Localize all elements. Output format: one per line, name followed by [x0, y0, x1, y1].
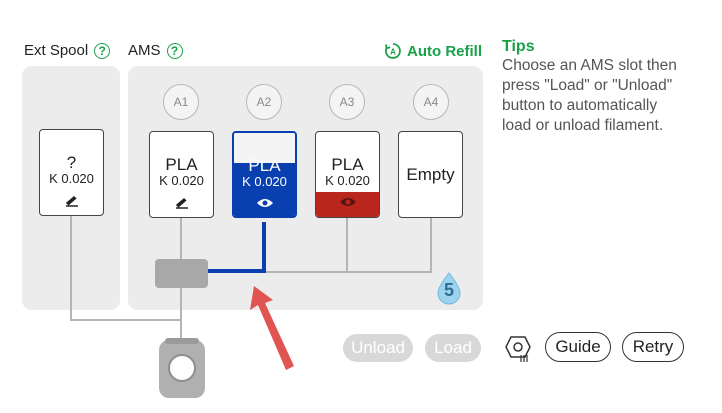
slot-a2-id: A2	[256, 95, 272, 109]
retry-button[interactable]: Retry	[622, 332, 684, 362]
settings-button[interactable]	[501, 331, 535, 365]
slot-a1-card[interactable]: PLA K 0.020	[149, 131, 214, 218]
annotation-arrow	[250, 286, 294, 370]
humidity-level: 5	[443, 280, 454, 300]
active-filament-path	[207, 222, 266, 273]
toolhead	[159, 338, 205, 398]
nozzle-gear-icon	[505, 336, 531, 362]
unload-button[interactable]: Unload	[343, 334, 413, 362]
tips-line-2: press "Load" or "Unload"	[502, 77, 673, 94]
slot-a4-id: A4	[423, 95, 439, 109]
load-button[interactable]: Load	[425, 334, 481, 362]
toolhead-fan	[168, 354, 196, 382]
slot-a3-id: A3	[339, 95, 355, 109]
tips-text: Choose an AMS slot then press "Load" or …	[502, 56, 712, 136]
tips-line-1: Choose an AMS slot then	[502, 57, 677, 74]
slot-a3-material: PLA	[331, 155, 364, 174]
ext-spool-card[interactable]: ? K 0.020	[39, 129, 104, 216]
ext-spool-edit-icon[interactable]	[63, 194, 81, 208]
slot-a3-k-value: K 0.020	[325, 173, 370, 188]
slot-a3-refresh-icon[interactable]: A3	[329, 84, 365, 120]
ext-spool-name: ?	[66, 153, 77, 172]
slot-a1-edit-icon[interactable]	[173, 196, 191, 210]
slot-a1-material: PLA	[165, 155, 198, 174]
tips-line-4: load or unload filament.	[502, 117, 664, 134]
slot-a3-card[interactable]: PLA K 0.020	[315, 131, 380, 218]
tips-section: Tips Choose an AMS slot then press "Load…	[502, 38, 712, 136]
slot-a3-eye-icon[interactable]	[339, 196, 357, 208]
slot-a2-eye-icon[interactable]	[256, 197, 274, 209]
slot-a2-k-value: K 0.020	[242, 174, 287, 189]
slot-a1-id: A1	[173, 95, 189, 109]
slot-a2-card[interactable]: PLA K 0.020	[232, 131, 297, 218]
ext-spool-k-value: K 0.020	[49, 171, 94, 186]
slot-a2-material: PLA	[248, 156, 281, 175]
toolhead-top	[165, 338, 199, 344]
tips-line-3: button to automatically	[502, 97, 658, 114]
tips-title: Tips	[502, 38, 535, 55]
slot-a1-refresh-icon[interactable]: A1	[163, 84, 199, 120]
ams-hub	[155, 259, 208, 288]
guide-button[interactable]: Guide	[545, 332, 611, 362]
slot-a4-card[interactable]: Empty	[398, 131, 463, 218]
slot-a4-refresh-icon[interactable]: A4	[413, 84, 449, 120]
slot-a4-tube	[347, 217, 432, 273]
slot-a3-tube	[264, 217, 348, 273]
humidity-indicator[interactable]: 5	[434, 271, 464, 305]
slot-a2-refresh-icon[interactable]: A2	[246, 84, 282, 120]
slot-a4-material: Empty	[406, 164, 455, 184]
slot-a1-k-value: K 0.020	[159, 173, 204, 188]
